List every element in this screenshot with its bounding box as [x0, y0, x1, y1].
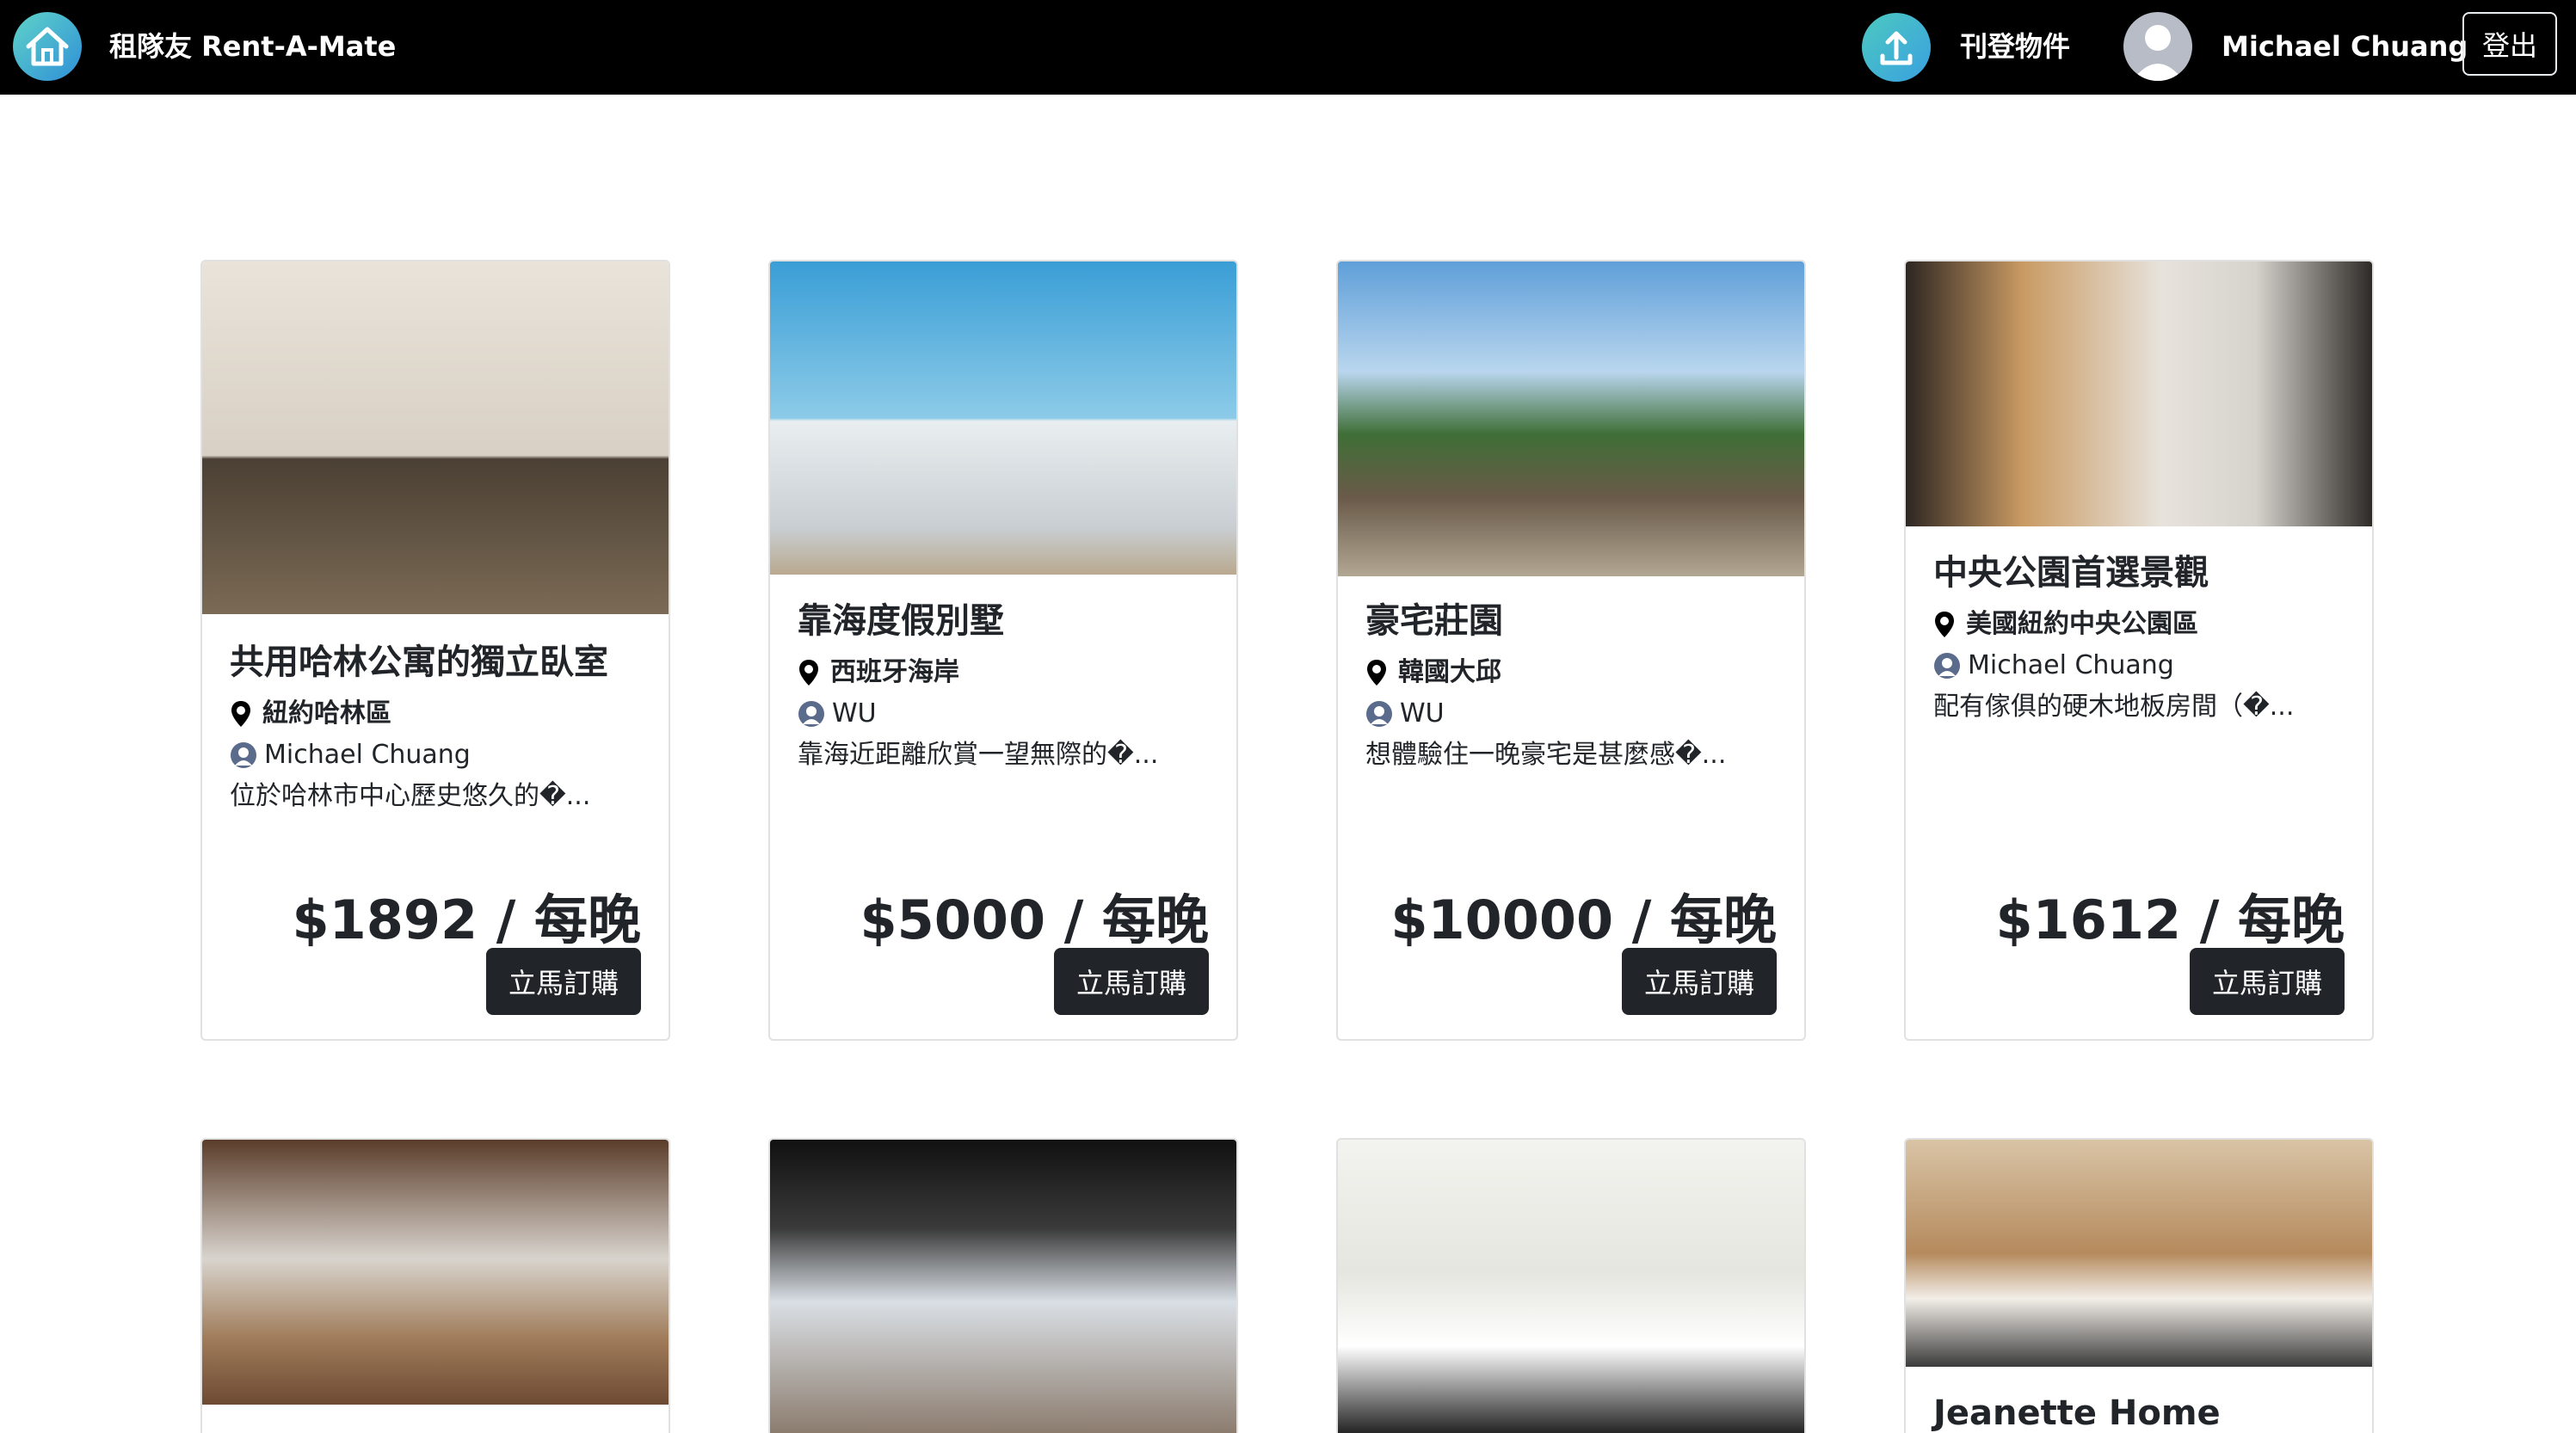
- book-now-button[interactable]: 立馬訂購: [2190, 948, 2345, 1015]
- listing-host: WU: [1365, 693, 1777, 735]
- listing-body: 共用哈林公寓的獨立臥室 紐約哈林區 Michael Chuang 位於哈林市中心…: [202, 638, 669, 817]
- top-navbar: 租隊友 Rent-A-Mate 刊登物件 Michael Chuang 登出: [0, 0, 2576, 95]
- listing-title: Jeanette Home: [1933, 1393, 2221, 1433]
- user-name[interactable]: Michael Chuang: [2222, 26, 2468, 67]
- logout-button[interactable]: 登出: [2462, 12, 2557, 76]
- host-icon: [798, 701, 824, 727]
- listing-location: 韓國大邱: [1365, 652, 1777, 693]
- listing-photo[interactable]: [1906, 261, 2372, 526]
- location-pin-icon: [1367, 660, 1386, 686]
- listing-price: $1612 / 每晚: [1995, 889, 2345, 951]
- listing-price: $10000 / 每晚: [1390, 889, 1777, 951]
- listing-title: 共用哈林公寓的獨立臥室: [230, 643, 608, 682]
- listing-photo[interactable]: [1906, 1140, 2372, 1367]
- user-avatar[interactable]: [2123, 12, 2192, 81]
- book-now-button[interactable]: 立馬訂購: [1054, 948, 1209, 1015]
- listing-body: 中央公園首選景觀 美國紐約中央公園區 Michael Chuang 配有傢俱的硬…: [1906, 549, 2372, 728]
- listing-photo[interactable]: [202, 261, 669, 614]
- location-pin-icon: [799, 660, 818, 686]
- listing-photo[interactable]: [1338, 1140, 1804, 1433]
- home-logo-icon[interactable]: [13, 12, 82, 81]
- location-pin-icon: [1935, 612, 1954, 637]
- listing-location: 紐約哈林區: [230, 693, 641, 735]
- book-now-button[interactable]: 立馬訂購: [1622, 948, 1777, 1015]
- listing-card: 中央公園首選景觀 美國紐約中央公園區 Michael Chuang 配有傢俱的硬…: [1904, 260, 2374, 1041]
- listing-price: $5000 / 每晚: [860, 889, 1209, 951]
- listing-host: Michael Chuang: [1933, 645, 2345, 686]
- listing-description: 靠海近距離欣賞一望無際的�...: [798, 740, 1159, 770]
- upload-icon[interactable]: [1862, 13, 1931, 82]
- listing-card: 靠海度假別墅 西班牙海岸 WU 靠海近距離欣賞一望無際的�... $5000 /…: [768, 260, 1238, 1041]
- listing-card: [200, 1138, 670, 1433]
- listing-description: 想體驗住一晚豪宅是甚麼感�...: [1365, 740, 1727, 770]
- host-icon: [1934, 653, 1960, 679]
- host-icon: [1366, 701, 1392, 727]
- listing-host: WU: [798, 693, 1209, 735]
- host-icon: [231, 742, 256, 768]
- listing-location: 美國紐約中央公園區: [1933, 604, 2345, 645]
- listing-body: 豪宅莊園 韓國大邱 WU 想體驗住一晚豪宅是甚麼感�...: [1338, 597, 1804, 776]
- listing-card: Jeanette Home: [1904, 1138, 2374, 1433]
- listing-price: $1892 / 每晚: [292, 889, 641, 951]
- listing-description: 配有傢俱的硬木地板房間（�...: [1933, 692, 2295, 722]
- brand-name[interactable]: 租隊友 Rent-A-Mate: [109, 26, 396, 67]
- listing-location: 西班牙海岸: [798, 652, 1209, 693]
- listing-title: 靠海度假別墅: [798, 601, 1004, 641]
- listing-card: [1336, 1138, 1806, 1433]
- listing-photo[interactable]: [770, 1140, 1236, 1433]
- listing-photo[interactable]: [202, 1140, 669, 1405]
- listing-description: 位於哈林市中心歷史悠久的�...: [230, 781, 591, 811]
- listing-body: Jeanette Home: [1906, 1389, 2372, 1433]
- listing-photo[interactable]: [770, 261, 1236, 575]
- listing-card: 共用哈林公寓的獨立臥室 紐約哈林區 Michael Chuang 位於哈林市中心…: [200, 260, 670, 1041]
- listing-host: Michael Chuang: [230, 735, 641, 776]
- listing-photo[interactable]: [1338, 261, 1804, 576]
- listing-title: 中央公園首選景觀: [1933, 553, 2209, 593]
- listing-title: 豪宅莊園: [1365, 601, 1503, 641]
- listing-card: 豪宅莊園 韓國大邱 WU 想體驗住一晚豪宅是甚麼感�... $10000 / 每…: [1336, 260, 1806, 1041]
- location-pin-icon: [231, 701, 250, 727]
- post-listing-link[interactable]: 刊登物件: [1960, 26, 2070, 67]
- listing-card: [768, 1138, 1238, 1433]
- listing-body: 靠海度假別墅 西班牙海岸 WU 靠海近距離欣賞一望無際的�...: [770, 597, 1236, 776]
- book-now-button[interactable]: 立馬訂購: [486, 948, 641, 1015]
